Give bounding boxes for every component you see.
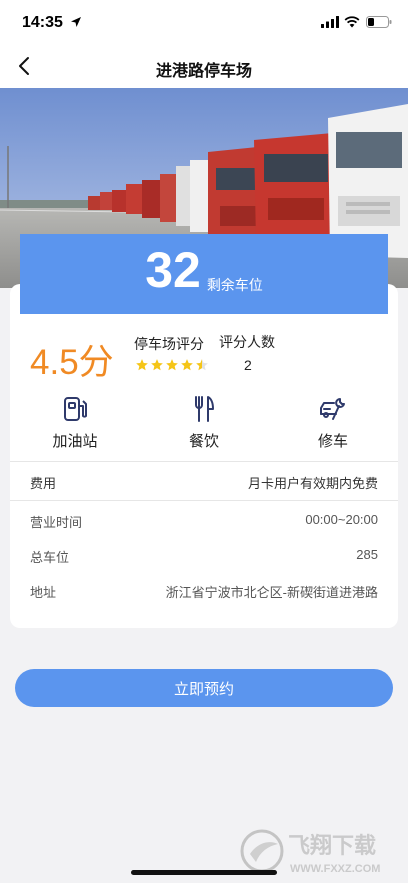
location-arrow-icon (71, 17, 81, 27)
cellular-signal-icon (321, 16, 339, 28)
hours-label: 营业时间 (30, 515, 83, 530)
status-bar: 14:35 (0, 0, 408, 44)
star-icon (136, 359, 148, 371)
reserve-button[interactable]: 立即预约 (15, 669, 393, 707)
service-dining[interactable]: 餐饮 (159, 394, 249, 451)
fork-knife-icon (195, 396, 214, 422)
remaining-spaces-banner: 32 剩余车位 (20, 234, 388, 314)
star-icon (151, 359, 163, 371)
divider (10, 500, 398, 501)
service-car-repair-label: 修车 (317, 433, 348, 450)
hours-value: 00:00~20:00 (305, 512, 378, 527)
remaining-spaces-count: 32 (145, 242, 201, 298)
fuel-pump-icon (64, 397, 87, 421)
nav-bar: 进港路停车场 (0, 44, 408, 88)
svg-text:WWW.FXXZ.COM: WWW.FXXZ.COM (290, 863, 380, 875)
star-half-icon (196, 359, 208, 371)
rating-score: 4.5分 (30, 343, 114, 382)
page-title: 进港路停车场 (155, 63, 252, 80)
service-dining-label: 餐饮 (188, 433, 219, 450)
address-value: 浙江省宁波市北仑区-新碶街道进港路 (165, 585, 378, 600)
status-time: 14:35 (22, 14, 63, 31)
fee-label: 费用 (30, 476, 57, 491)
battery-icon (366, 16, 392, 28)
service-fuel-station[interactable]: 加油站 (30, 394, 120, 451)
divider (10, 461, 398, 462)
address-label: 地址 (30, 585, 57, 600)
star-icon (166, 359, 178, 371)
wifi-icon (344, 16, 360, 28)
service-car-repair[interactable]: 修车 (288, 394, 378, 451)
star-icon (181, 359, 193, 371)
remaining-spaces-label: 剩余车位 (206, 277, 263, 293)
svg-text:飞翔下载: 飞翔下载 (288, 833, 376, 858)
service-fuel-station-label: 加油站 (52, 433, 98, 450)
fee-value: 月卡用户有效期内免费 (247, 476, 378, 491)
raters-label: 评分人数 (219, 334, 275, 350)
total-spaces-label: 总车位 (30, 550, 70, 565)
rating-score-label: 停车场评分 (134, 336, 204, 352)
car-repair-icon (320, 398, 345, 420)
raters-count: 2 (244, 357, 252, 373)
home-indicator (131, 870, 277, 875)
total-spaces-value: 285 (356, 547, 378, 562)
star-rating (135, 358, 209, 372)
